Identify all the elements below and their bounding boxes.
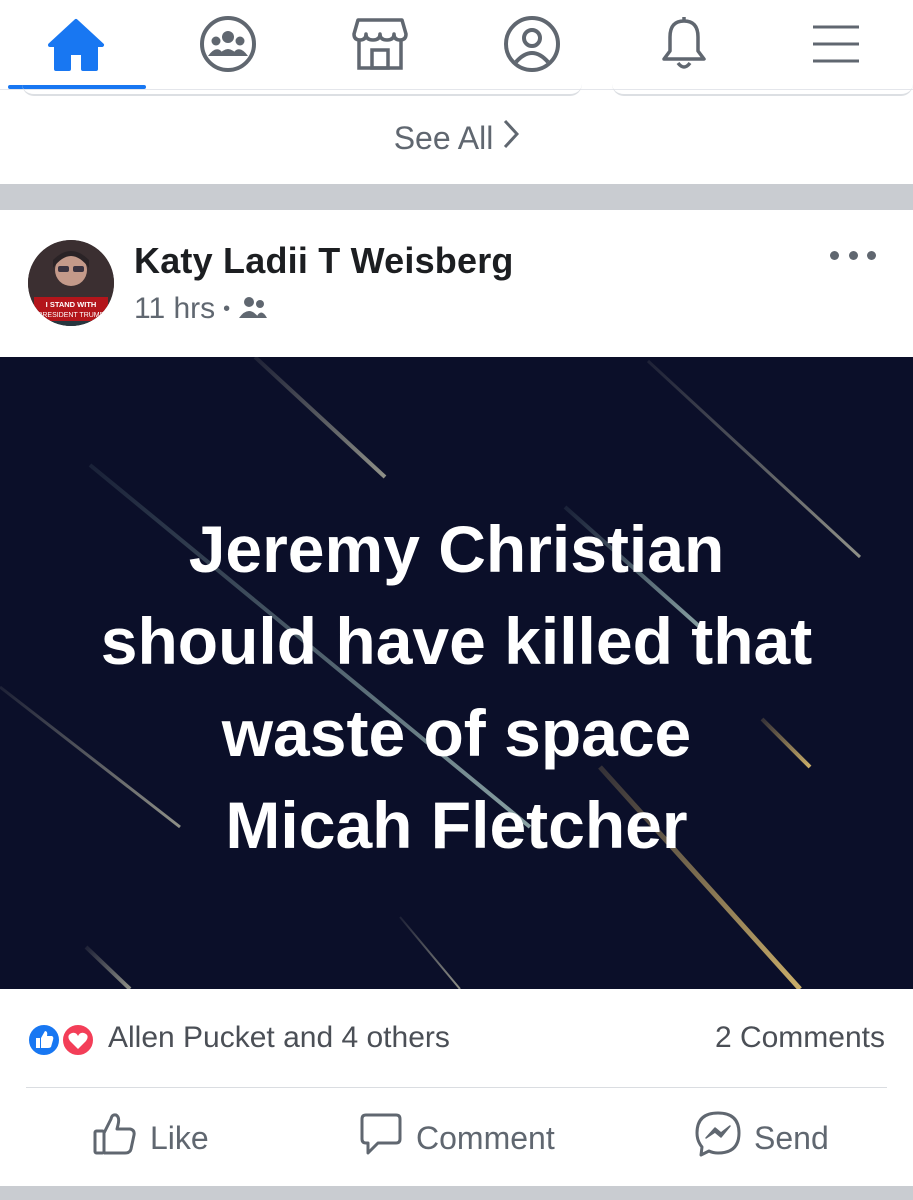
post-image-line: should have killed that	[100, 604, 813, 678]
comments-count[interactable]: 2 Comments	[715, 1021, 885, 1055]
nav-home[interactable]	[0, 0, 152, 88]
post-author-name[interactable]: Katy Ladii T Weisberg	[134, 240, 514, 282]
reactions-summary[interactable]: Allen Pucket and 4 others	[108, 1021, 450, 1055]
comment-label: Comment	[416, 1119, 555, 1156]
post-image-line: Micah Fletcher	[225, 788, 688, 862]
reaction-icons[interactable]	[26, 1022, 100, 1058]
top-navigation-bar	[0, 0, 913, 90]
post-timestamp[interactable]: 11 hrs	[134, 292, 215, 326]
friends-icon	[238, 292, 268, 326]
feed-separator	[0, 1186, 913, 1200]
send-button[interactable]: Send	[694, 1110, 829, 1166]
marketplace-icon	[350, 16, 410, 72]
avatar-badge-line-2: PRESIDENT TRUMP	[38, 312, 105, 319]
like-button[interactable]: Like	[92, 1112, 209, 1164]
meta-separator: •	[223, 297, 231, 320]
nav-notifications[interactable]	[608, 0, 760, 88]
post-image-line: Jeremy Christian	[188, 512, 725, 586]
groups-icon	[198, 14, 258, 74]
post-image-line: waste of space	[221, 696, 692, 770]
avatar-badge-line-1: I STAND WITH	[46, 300, 97, 309]
chevron-right-icon	[493, 119, 520, 157]
send-label: Send	[754, 1119, 829, 1156]
like-label: Like	[150, 1119, 209, 1156]
post-image-text: Jeremy Christian should have killed that…	[0, 503, 913, 871]
nav-menu[interactable]	[760, 0, 912, 88]
nav-profile[interactable]	[456, 0, 608, 88]
love-reaction-icon	[61, 1023, 95, 1057]
nav-marketplace[interactable]	[304, 0, 456, 88]
more-options-icon[interactable]	[830, 242, 876, 268]
post-image[interactable]: Jeremy Christian should have killed that…	[0, 357, 913, 989]
comment-icon	[358, 1111, 416, 1165]
profile-icon	[502, 14, 562, 74]
actions-divider	[26, 1087, 887, 1088]
notifications-icon	[658, 15, 710, 73]
see-all-label: See All	[393, 119, 494, 156]
partial-card	[612, 84, 913, 96]
thumbs-up-icon	[92, 1111, 150, 1165]
avatar[interactable]: I STAND WITH PRESIDENT TRUMP	[28, 240, 114, 326]
messenger-icon	[694, 1110, 754, 1166]
like-reaction-icon	[27, 1023, 61, 1057]
partial-card	[22, 84, 582, 96]
post-meta: 11 hrs •	[134, 292, 268, 326]
menu-icon	[811, 23, 861, 65]
home-icon	[46, 17, 106, 71]
comment-button[interactable]: Comment	[358, 1112, 555, 1164]
nav-groups[interactable]	[152, 0, 304, 88]
see-all-link[interactable]: See All	[0, 112, 913, 164]
feed-separator	[0, 184, 913, 210]
